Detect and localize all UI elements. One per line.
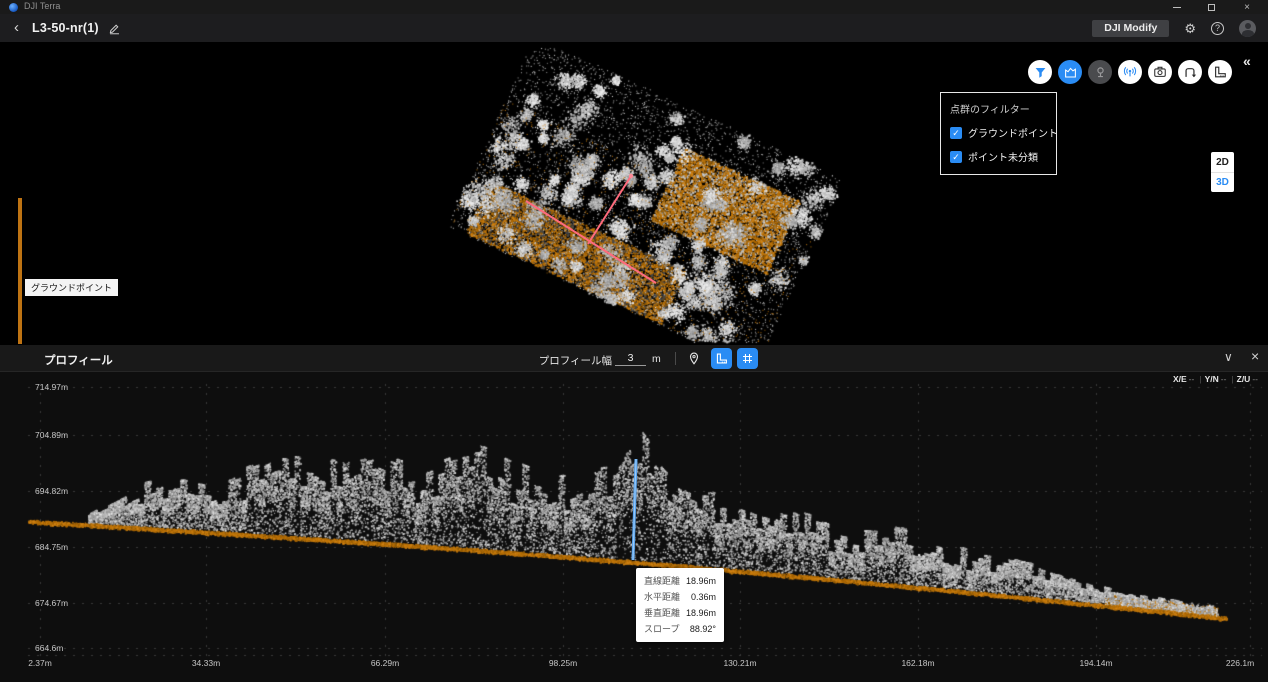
back-button[interactable]: ‹ <box>14 21 19 35</box>
profile-section-line <box>0 42 1268 345</box>
measurement-tooltip: 直線距離 18.96m 水平距離 0.36m 垂直距離 18.96m スロープ 88.9… <box>636 568 724 642</box>
camera-icon <box>1153 65 1167 79</box>
help-icon[interactable]: ? <box>1211 22 1224 35</box>
survey-marker-button[interactable] <box>1088 60 1112 84</box>
profile-panel: プロフィール プロフィール幅 m ∨ × X/E--|Y/N--|Z/U <box>0 345 1268 682</box>
antenna-signal-icon <box>1123 65 1137 79</box>
tooltip-label: 水平距離 <box>644 589 680 605</box>
dji-modify-button[interactable]: DJI Modify <box>1092 20 1169 37</box>
tooltip-value: 18.96m <box>686 573 716 589</box>
tooltip-label: 直線距離 <box>644 573 680 589</box>
toolbar-collapse-icon[interactable]: « <box>1243 53 1251 69</box>
window-title: DJI Terra <box>24 1 60 11</box>
rtk-signal-button[interactable] <box>1118 60 1142 84</box>
histogram-icon <box>1064 66 1077 79</box>
filter-option-label: グラウンドポイント <box>968 125 1058 140</box>
tooltip-label: 垂直距離 <box>644 605 680 621</box>
route-path-icon <box>1183 65 1197 79</box>
2d-3d-toggle: 2D 3D <box>1211 152 1234 192</box>
edit-project-name-button[interactable] <box>108 22 121 35</box>
tooltip-label: スロープ <box>644 621 679 637</box>
filter-option-unclassified-points[interactable]: ✓ ポイント未分類 <box>950 149 1047 164</box>
profile-histogram-button[interactable] <box>1058 60 1082 84</box>
measure-button[interactable] <box>1208 60 1232 84</box>
filter-funnel-icon <box>1034 66 1047 79</box>
window-close-button[interactable]: × <box>1232 0 1262 14</box>
filter-option-ground-points[interactable]: ✓ グラウンドポイント <box>950 125 1047 140</box>
toggle-3d-button[interactable]: 3D <box>1211 172 1234 192</box>
tooltip-value: 18.96m <box>686 605 716 621</box>
legend-color-bar <box>18 198 22 344</box>
ruler-square-icon <box>1213 65 1227 79</box>
checkbox-checked-icon[interactable]: ✓ <box>950 127 962 139</box>
route-button[interactable] <box>1178 60 1202 84</box>
titlebar: DJI Terra × <box>0 0 1268 14</box>
filter-popup-title: 点群のフィルター <box>950 101 1047 116</box>
checkbox-checked-icon[interactable]: ✓ <box>950 151 962 163</box>
point-filter-button[interactable] <box>1028 60 1052 84</box>
pencil-icon <box>108 22 121 35</box>
tooltip-value: 88.92° <box>690 621 716 637</box>
dji-logo-icon <box>9 3 18 12</box>
vertical-measure-line <box>0 345 1268 682</box>
view-toolbar <box>1028 60 1232 84</box>
tooltip-value: 0.36m <box>691 589 716 605</box>
point-cloud-viewport[interactable]: « 点群のフィルター ✓ グラウンドポイント ✓ ポイント未分類 2D 3D グ… <box>0 42 1268 345</box>
point-cloud-filter-popup: 点群のフィルター ✓ グラウンドポイント ✓ ポイント未分類 <box>940 92 1057 175</box>
survey-marker-icon <box>1094 66 1107 79</box>
filter-option-label: ポイント未分類 <box>968 149 1038 164</box>
settings-gear-icon[interactable]: ⚙ <box>1184 22 1196 35</box>
user-avatar[interactable] <box>1239 20 1256 37</box>
window-maximize-button[interactable] <box>1196 0 1226 14</box>
app-header: ‹ L3-50-nr(1) DJI Modify ⚙ ? <box>0 14 1268 42</box>
project-title: L3-50-nr(1) <box>32 21 99 35</box>
legend-label: グラウンドポイント <box>25 279 118 296</box>
window-minimize-button[interactable] <box>1162 0 1192 14</box>
toggle-2d-button[interactable]: 2D <box>1211 152 1234 172</box>
camera-capture-button[interactable] <box>1148 60 1172 84</box>
dji-terra-window: DJI Terra × ‹ L3-50-nr(1) DJI Modify ⚙ ? <box>0 0 1268 682</box>
